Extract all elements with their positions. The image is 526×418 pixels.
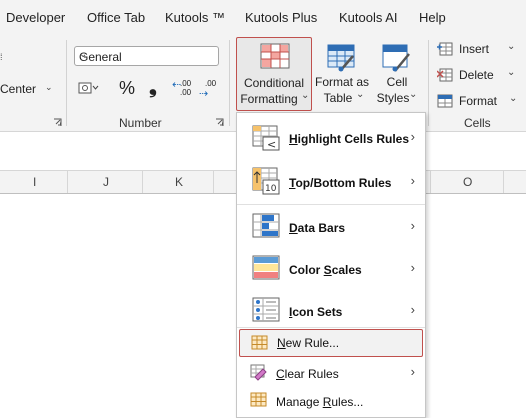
format-cells-icon (437, 94, 453, 108)
format-as-table-button[interactable]: Format as Table ⌄ (314, 38, 370, 112)
clear-rules-icon (250, 364, 267, 381)
column-header-j[interactable]: J (103, 175, 109, 189)
icon-sets-icon (252, 297, 280, 322)
column-header-k[interactable]: K (175, 175, 183, 189)
chevron-right-icon: › (410, 260, 415, 275)
chevron-right-icon: › (410, 218, 415, 233)
tab-developer[interactable]: Developer (6, 10, 65, 25)
format-button[interactable]: Format ⌄ (437, 92, 525, 112)
chevron-down-icon: ⌄ (507, 41, 516, 52)
tab-kutools-ai[interactable]: Kutools AI (339, 10, 398, 25)
data-bars-icon (252, 213, 280, 238)
delete-label: Delete (459, 68, 494, 82)
tab-help[interactable]: Help (419, 10, 446, 25)
percent-style-icon[interactable]: % (119, 78, 135, 99)
format-label: Format (459, 94, 498, 108)
chevron-down-icon: ⌄ (409, 89, 418, 100)
conditional-formatting-label-line2: Formatting (240, 92, 298, 106)
menu-item-label: Clear Rules (276, 367, 339, 381)
cell-styles-button[interactable]: Cell Styles ⌄ (372, 38, 422, 112)
new-rule-icon (251, 335, 268, 350)
manage-rules-icon (250, 392, 267, 407)
top-bottom-rules-icon: 10 (252, 167, 280, 195)
menu-item-color-scales[interactable]: Color Scales › (237, 247, 425, 289)
increase-decimal-icon[interactable]: ⇠ .00 .00 (172, 79, 194, 100)
accounting-format-icon[interactable] (78, 80, 100, 96)
decrease-decimal-icon[interactable]: .00 ⇢ (199, 79, 221, 100)
menu-item-data-bars[interactable]: Data Bars › (237, 205, 425, 247)
cells-group-label: Cells (464, 116, 491, 130)
menu-item-new-rule[interactable]: New Rule... (239, 329, 423, 357)
tab-office-tab[interactable]: Office Tab (87, 10, 145, 25)
delete-cells-icon (437, 68, 453, 82)
color-scales-icon (252, 255, 280, 280)
merge-center-dropdown-icon[interactable]: ⌄ (45, 82, 53, 93)
conditional-formatting-icon (260, 43, 290, 69)
conditional-formatting-menu: < Highlight Cells Rules › 10 Top/Bottom … (236, 112, 426, 418)
ribbon-tab-bar: Developer Office Tab Kutools ™ Kutools P… (0, 0, 526, 36)
group-separator (66, 40, 67, 126)
menu-item-highlight-cells-rules[interactable]: < Highlight Cells Rules › (237, 115, 425, 159)
comma-style-icon[interactable]: ❟ (149, 76, 157, 99)
alignment-fragment-icon: ⁞ (0, 52, 3, 62)
menu-item-label: Color Scales (289, 263, 362, 277)
merge-center-label[interactable]: Center (0, 82, 36, 96)
svg-text:10: 10 (265, 184, 277, 194)
delete-button[interactable]: Delete ⌄ (437, 66, 525, 86)
column-header-i[interactable]: I (33, 175, 36, 189)
insert-cells-icon (437, 42, 453, 56)
chevron-right-icon: › (410, 129, 415, 144)
chevron-down-icon: ⌄ (507, 67, 516, 78)
menu-item-label: Top/Bottom Rules (289, 176, 392, 190)
chevron-down-icon: ⌄ (356, 89, 365, 100)
cell-styles-label-line1: Cell (386, 75, 408, 89)
insert-label: Insert (459, 42, 490, 56)
menu-item-clear-rules[interactable]: Clear Rules › (237, 359, 425, 387)
number-group-label: Number (119, 116, 162, 130)
svg-text:<: < (267, 138, 276, 151)
chevron-right-icon: › (410, 364, 415, 379)
menu-item-label: Highlight Cells Rules (289, 132, 410, 146)
chevron-right-icon: › (410, 302, 415, 317)
format-as-table-icon (327, 44, 355, 72)
highlight-cells-rules-icon: < (252, 125, 280, 151)
menu-item-manage-rules[interactable]: Manage Rules... (237, 387, 425, 415)
conditional-formatting-label-line1: Conditional (243, 76, 305, 90)
insert-button[interactable]: Insert ⌄ (437, 40, 525, 60)
menu-item-label: Manage Rules... (276, 395, 364, 409)
alignment-dialog-launcher-icon[interactable] (53, 118, 62, 127)
conditional-formatting-button[interactable]: Conditional Formatting ⌄ (236, 37, 312, 111)
number-format-combo[interactable]: General ⌄ (74, 46, 219, 66)
menu-item-label: Data Bars (289, 221, 346, 235)
menu-item-label: New Rule... (277, 336, 340, 350)
group-separator (428, 40, 429, 126)
menu-item-top-bottom-rules[interactable]: 10 Top/Bottom Rules › (237, 159, 425, 203)
chevron-down-icon: ⌄ (301, 90, 310, 101)
chevron-down-icon[interactable]: ⌄ (79, 49, 214, 60)
column-header-o[interactable]: O (463, 175, 472, 189)
number-dialog-launcher-icon[interactable] (215, 118, 224, 127)
menu-item-icon-sets[interactable]: Icon Sets › (237, 289, 425, 331)
group-separator (229, 40, 230, 126)
tab-kutools[interactable]: Kutools ™ (165, 10, 225, 25)
tab-kutools-plus[interactable]: Kutools Plus (245, 10, 317, 25)
cell-styles-icon (382, 44, 410, 72)
format-as-table-label-line1: Format as (314, 75, 369, 89)
chevron-right-icon: › (410, 173, 415, 188)
menu-item-label: Icon Sets (289, 305, 343, 319)
chevron-down-icon: ⌄ (509, 93, 518, 104)
